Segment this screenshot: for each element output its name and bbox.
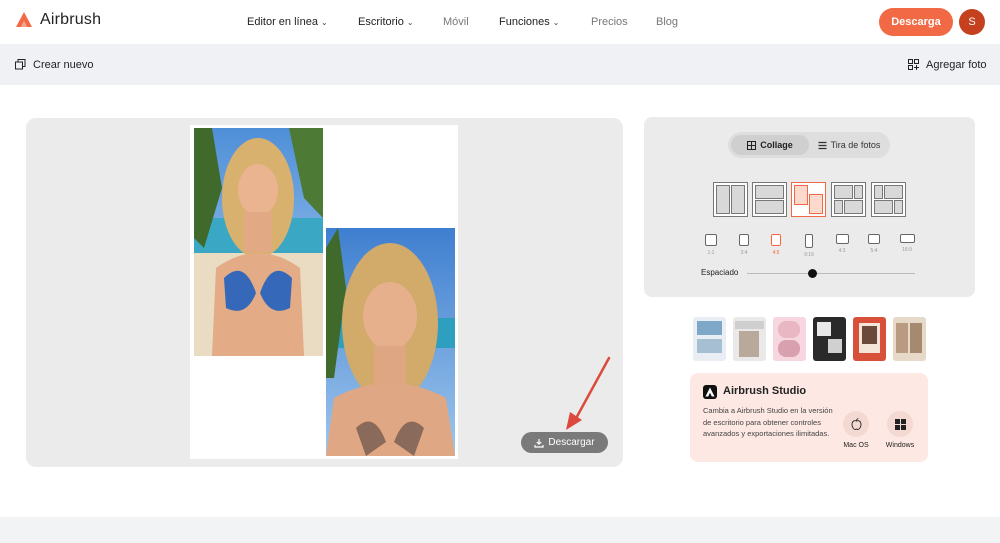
apple-icon: [851, 418, 861, 430]
collage-photo-2[interactable]: [326, 228, 455, 456]
ratio-shape: [805, 234, 813, 248]
nav-desktop[interactable]: Escritorio ⌄: [358, 0, 414, 44]
nav-features[interactable]: Funciones ⌄: [499, 0, 559, 44]
ratio-shape: [899, 234, 915, 243]
layout-option-two-rows[interactable]: [752, 182, 787, 217]
ratio-option-4-3[interactable]: 4:3: [830, 234, 854, 254]
airbrush-studio-logo-icon: [703, 385, 717, 399]
add-photo-label: Agregar foto: [926, 58, 987, 71]
nav-blog[interactable]: Blog: [656, 0, 678, 44]
ratio-option-9-16[interactable]: 9:16: [797, 234, 821, 258]
download-collage-button[interactable]: Descargar: [521, 432, 608, 453]
ratio-label: 5:4: [870, 248, 878, 254]
studio-description: Cambia a Airbrush Studio en la versión d…: [703, 406, 833, 438]
template-thumbnail-1[interactable]: [693, 317, 726, 361]
spacing-slider-handle[interactable]: [808, 269, 817, 278]
ratio-shape: [868, 234, 880, 244]
template-thumbnail-2[interactable]: [733, 317, 766, 361]
nav-label: Funciones: [499, 16, 550, 28]
add-photo-button[interactable]: Agregar foto: [908, 44, 987, 85]
layout-option-grid-left[interactable]: [831, 182, 866, 217]
template-thumbnail-6[interactable]: [893, 317, 926, 361]
download-collage-label: Descargar: [548, 437, 595, 448]
ratio-label: 9:16: [804, 252, 814, 258]
spacing-slider-track[interactable]: [747, 273, 915, 274]
spacing-label: Espaciado: [701, 268, 739, 277]
duplicate-icon: [15, 59, 26, 70]
ratio-shape: [705, 234, 717, 246]
layout-option-grid-right[interactable]: [871, 182, 906, 217]
studio-title: Airbrush Studio: [723, 385, 807, 397]
nav-mobile[interactable]: Móvil: [443, 0, 469, 44]
template-thumbnail-5[interactable]: [853, 317, 886, 361]
windows-label: Windows: [885, 442, 915, 449]
ratio-label: 1:1: [707, 250, 715, 256]
photo-2-image: [326, 228, 455, 456]
ratio-option-4-5[interactable]: 4:5: [764, 234, 788, 256]
red-arrow-annotation: [566, 356, 611, 430]
ratio-label: 3:4: [740, 250, 748, 256]
nav-label: Escritorio: [358, 16, 404, 28]
photo-1-image: [194, 128, 323, 356]
nav-label: Precios: [591, 16, 628, 28]
layout-option-staggered[interactable]: [791, 182, 826, 217]
chevron-down-icon: ⌄: [320, 17, 328, 27]
ratio-option-5-4[interactable]: 5:4: [862, 234, 886, 254]
macos-download-button[interactable]: [843, 411, 869, 437]
create-new-button[interactable]: Crear nuevo: [15, 44, 94, 85]
strip-icon: [818, 141, 827, 149]
windows-download-button[interactable]: [887, 411, 913, 437]
ratio-label: 4:5: [772, 250, 780, 256]
grid-icon: [747, 140, 757, 150]
chevron-down-icon: ⌄: [552, 17, 560, 27]
user-avatar[interactable]: S: [959, 9, 985, 35]
page-footer-band: [0, 517, 1000, 543]
download-icon: [534, 438, 545, 448]
windows-icon: [894, 418, 906, 430]
layout-option-two-columns[interactable]: [713, 182, 748, 217]
collage-photo-1[interactable]: [194, 128, 323, 356]
ratio-label: 16:9: [902, 247, 912, 253]
add-image-icon: [908, 59, 919, 70]
nav-label: Blog: [656, 16, 679, 28]
airbrush-logo-icon: [16, 12, 32, 27]
editor-toolbar: Crear nuevo Agregar foto: [0, 44, 1000, 85]
tab-collage[interactable]: Collage: [731, 135, 809, 155]
ratio-shape: [835, 234, 849, 244]
nav-label: Editor en línea: [247, 16, 318, 28]
tab-label: Collage: [760, 140, 793, 150]
nav-label: Móvil: [443, 16, 469, 28]
ratio-shape: [739, 234, 749, 246]
tab-photo-strip[interactable]: Tira de fotos: [811, 135, 887, 155]
ratio-label: 4:3: [838, 248, 846, 254]
macos-label: Mac OS: [843, 442, 869, 449]
brand-name: Airbrush: [40, 11, 102, 28]
chevron-down-icon: ⌄: [406, 17, 414, 27]
ratio-option-1-1[interactable]: 1:1: [699, 234, 723, 256]
ratio-shape: [771, 234, 781, 246]
nav-pricing[interactable]: Precios: [591, 0, 628, 44]
nav-editor-online[interactable]: Editor en línea ⌄: [247, 0, 328, 44]
ratio-option-3-4[interactable]: 3:4: [732, 234, 756, 256]
template-thumbnail-3[interactable]: [773, 317, 806, 361]
top-header: Airbrush Editor en línea ⌄ Escritorio ⌄ Mó…: [0, 0, 1000, 44]
ratio-option-16-9[interactable]: 16:9: [895, 234, 919, 253]
download-app-button[interactable]: Descarga: [879, 8, 953, 36]
template-thumbnail-4[interactable]: [813, 317, 846, 361]
brand-logo[interactable]: Airbrush: [15, 11, 101, 29]
tab-label: Tira de fotos: [830, 140, 881, 150]
create-new-label: Crear nuevo: [33, 58, 94, 71]
